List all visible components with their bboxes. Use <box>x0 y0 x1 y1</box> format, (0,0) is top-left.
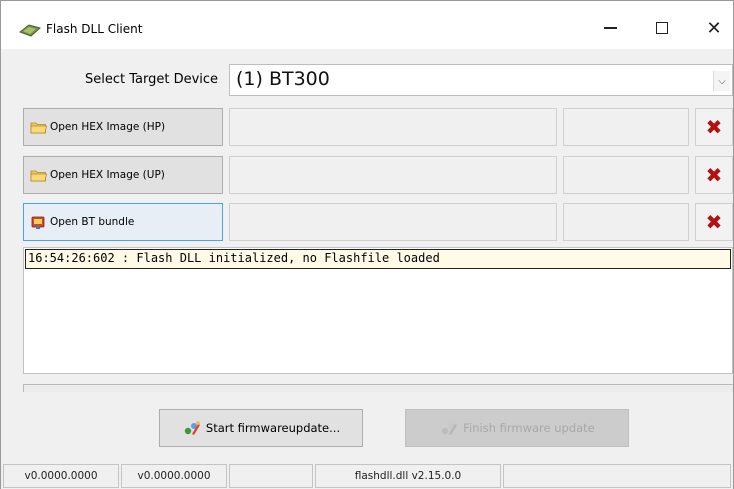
open-hex-up-label: Open HEX Image (UP) <box>50 169 165 181</box>
clear-hp-button[interactable]: ✖ <box>695 108 733 146</box>
open-hex-up-button[interactable]: Open HEX Image (UP) <box>23 156 223 194</box>
red-x-icon: ✖ <box>705 210 723 234</box>
clear-bt-bundle-button[interactable]: ✖ <box>695 203 733 241</box>
bt-bundle-path-field <box>229 203 557 241</box>
status-bar: v0.0000.0000 v0.0000.0000 flashdll.dll v… <box>1 462 733 489</box>
red-x-icon: ✖ <box>705 163 723 187</box>
finish-firmware-update-button[interactable]: Finish firmware update <box>405 409 629 447</box>
file-row-hp: Open HEX Image (HP) ✖ <box>23 108 733 146</box>
open-hex-hp-button[interactable]: Open HEX Image (HP) <box>23 108 223 146</box>
open-bt-bundle-label: Open BT bundle <box>50 216 135 228</box>
finish-firmware-update-label: Finish firmware update <box>463 421 595 435</box>
target-device-label: Select Target Device <box>85 72 219 87</box>
minimize-button[interactable] <box>587 11 633 45</box>
progress-bar <box>23 384 733 392</box>
start-firmware-update-label: Start firmwareupdate... <box>205 421 341 435</box>
maximize-icon <box>656 22 668 34</box>
finish-update-icon <box>442 423 458 435</box>
close-button[interactable]: ✕ <box>691 11 734 45</box>
up-info-field <box>563 156 689 194</box>
hp-info-field <box>563 108 689 146</box>
file-row-bt-bundle: Open BT bundle ✖ <box>23 203 733 241</box>
file-row-up: Open HEX Image (UP) ✖ <box>23 156 733 194</box>
start-update-icon <box>184 421 200 435</box>
bt-bundle-info-field <box>563 203 689 241</box>
folder-icon <box>30 122 47 133</box>
hp-path-field <box>229 108 557 146</box>
status-version-1: v0.0000.0000 <box>3 464 119 488</box>
title-bar[interactable]: Flash DLL Client ✕ <box>1 1 733 49</box>
close-icon: ✕ <box>706 17 722 39</box>
flash-dll-client-window: Flash DLL Client ✕ Select Target Device … <box>0 0 734 489</box>
window-title: Flash DLL Client <box>46 22 143 36</box>
clear-up-button[interactable]: ✖ <box>695 156 733 194</box>
folder-icon <box>30 170 47 181</box>
status-version-2: v0.0000.0000 <box>121 464 227 488</box>
status-dll-version: flashdll.dll v2.15.0.0 <box>315 464 501 488</box>
chevron-down-icon[interactable]: ⌵ <box>713 71 730 91</box>
log-list[interactable]: 16:54:26:602 : Flash DLL initialized, no… <box>23 247 733 374</box>
target-device-select[interactable]: (1) BT300 ⌵ <box>229 64 733 96</box>
open-bt-bundle-button[interactable]: Open BT bundle <box>23 203 223 241</box>
bundle-icon <box>31 216 45 229</box>
minimize-icon <box>603 27 617 29</box>
open-hex-hp-label: Open HEX Image (HP) <box>50 121 166 133</box>
up-path-field <box>229 156 557 194</box>
status-cell-empty-2 <box>503 464 731 488</box>
start-firmware-update-button[interactable]: Start firmwareupdate... <box>159 409 363 447</box>
red-x-icon: ✖ <box>705 115 723 139</box>
target-device-value: (1) BT300 <box>236 68 330 90</box>
maximize-button[interactable] <box>639 11 685 45</box>
flash-chip-icon <box>19 24 41 37</box>
log-entry[interactable]: 16:54:26:602 : Flash DLL initialized, no… <box>25 249 731 269</box>
status-cell-empty-1 <box>229 464 313 488</box>
